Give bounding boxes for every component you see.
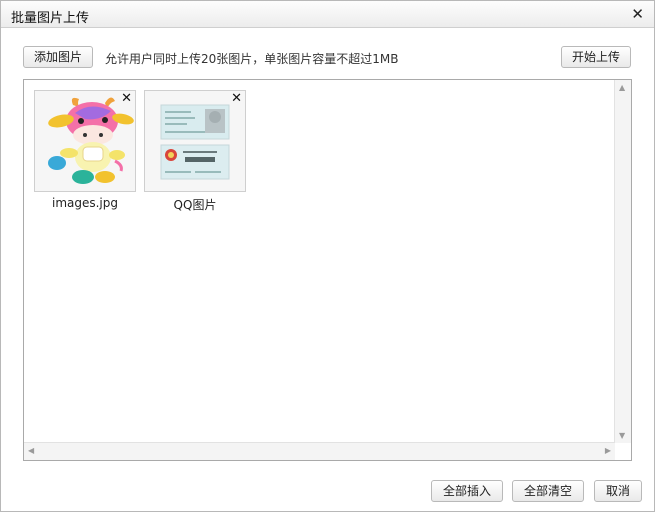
scroll-up-arrow-icon[interactable]: ▲ <box>619 83 625 92</box>
vertical-scrollbar[interactable]: ▲ ▼ <box>614 80 631 443</box>
image-thumbnail: ✕ <box>34 90 136 192</box>
image-item: ✕ images.jpg <box>34 90 136 210</box>
batch-upload-dialog: 批量图片上传 ✕ 添加图片 允许用户同时上传20张图片，单张图片容量不超过1MB… <box>0 0 655 512</box>
remove-image-icon[interactable]: ✕ <box>231 91 242 106</box>
dialog-title: 批量图片上传 <box>11 11 90 26</box>
remove-image-icon[interactable]: ✕ <box>121 91 132 106</box>
scroll-down-arrow-icon[interactable]: ▼ <box>619 431 625 440</box>
upload-hint: 允许用户同时上传20张图片，单张图片容量不超过1MB <box>105 52 399 66</box>
cancel-button[interactable]: 取消 <box>594 480 642 502</box>
image-list-panel: ✕ images.jpg ✕ QQ图片 ▲ ▼ ◀ ▶ <box>23 79 632 461</box>
scroll-left-arrow-icon[interactable]: ◀ <box>28 446 34 455</box>
image-filename: images.jpg <box>51 196 118 210</box>
add-image-button[interactable]: 添加图片 <box>23 46 94 68</box>
scroll-right-arrow-icon[interactable]: ▶ <box>605 446 611 455</box>
horizontal-scrollbar[interactable]: ◀ ▶ <box>24 442 615 460</box>
dialog-titlebar: 批量图片上传 ✕ <box>1 1 654 28</box>
insert-all-button[interactable]: 全部插入 <box>431 480 503 502</box>
scrollbar-corner <box>615 443 631 460</box>
clear-all-button[interactable]: 全部清空 <box>512 480 584 502</box>
cartoon-cow-image <box>48 97 134 184</box>
start-upload-button[interactable]: 开始上传 <box>561 46 632 68</box>
close-icon[interactable]: ✕ <box>631 5 644 23</box>
image-item: ✕ QQ图片 <box>144 90 246 213</box>
id-card-image <box>160 104 230 180</box>
image-filename: QQ图片 <box>173 198 217 212</box>
image-thumbnail: ✕ <box>144 90 246 192</box>
